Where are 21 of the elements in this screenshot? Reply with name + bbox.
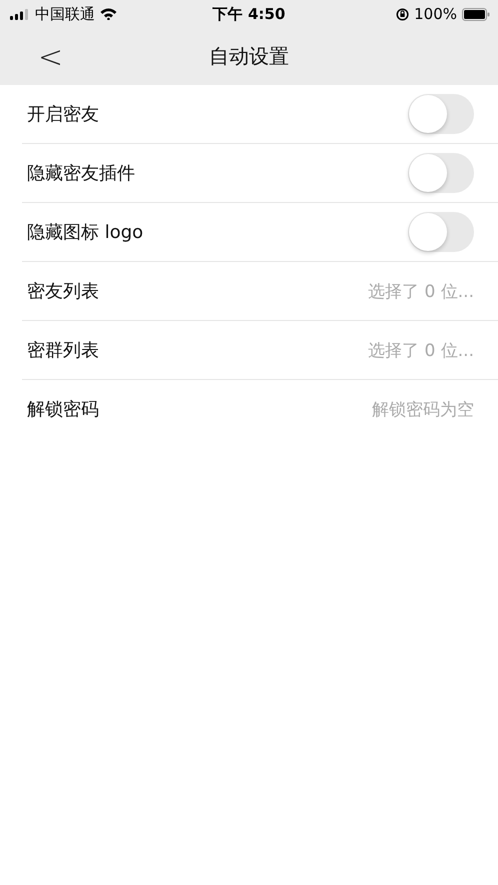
toggle-switch[interactable] [408, 94, 474, 134]
wifi-icon [100, 8, 117, 20]
status-time: 下午 4:50 [212, 4, 286, 24]
page-title: 自动设置 [209, 43, 289, 70]
setting-value[interactable]: 选择了 0 位... [368, 338, 474, 362]
battery-percent: 100% [414, 5, 457, 23]
setting-value[interactable]: 选择了 0 位... [368, 280, 474, 302]
setting-label: 隐藏密友插件 [27, 162, 135, 185]
setting-label: 解锁密码 [27, 398, 99, 421]
setting-label: 开启密友 [27, 103, 99, 126]
battery-icon [462, 8, 490, 20]
carrier-name: 中国联通 [35, 4, 95, 24]
setting-label: 密群列表 [27, 339, 99, 362]
rotation-lock-icon [396, 8, 410, 20]
setting-value[interactable]: 解锁密码为空 [372, 398, 474, 420]
toggle-switch[interactable] [408, 212, 474, 252]
setting-label: 密友列表 [27, 280, 99, 303]
signal-icon [10, 8, 30, 20]
toggle-switch[interactable] [408, 153, 474, 193]
setting-label: 隐藏图标 logo [27, 221, 144, 244]
back-button[interactable]: < [30, 36, 72, 79]
